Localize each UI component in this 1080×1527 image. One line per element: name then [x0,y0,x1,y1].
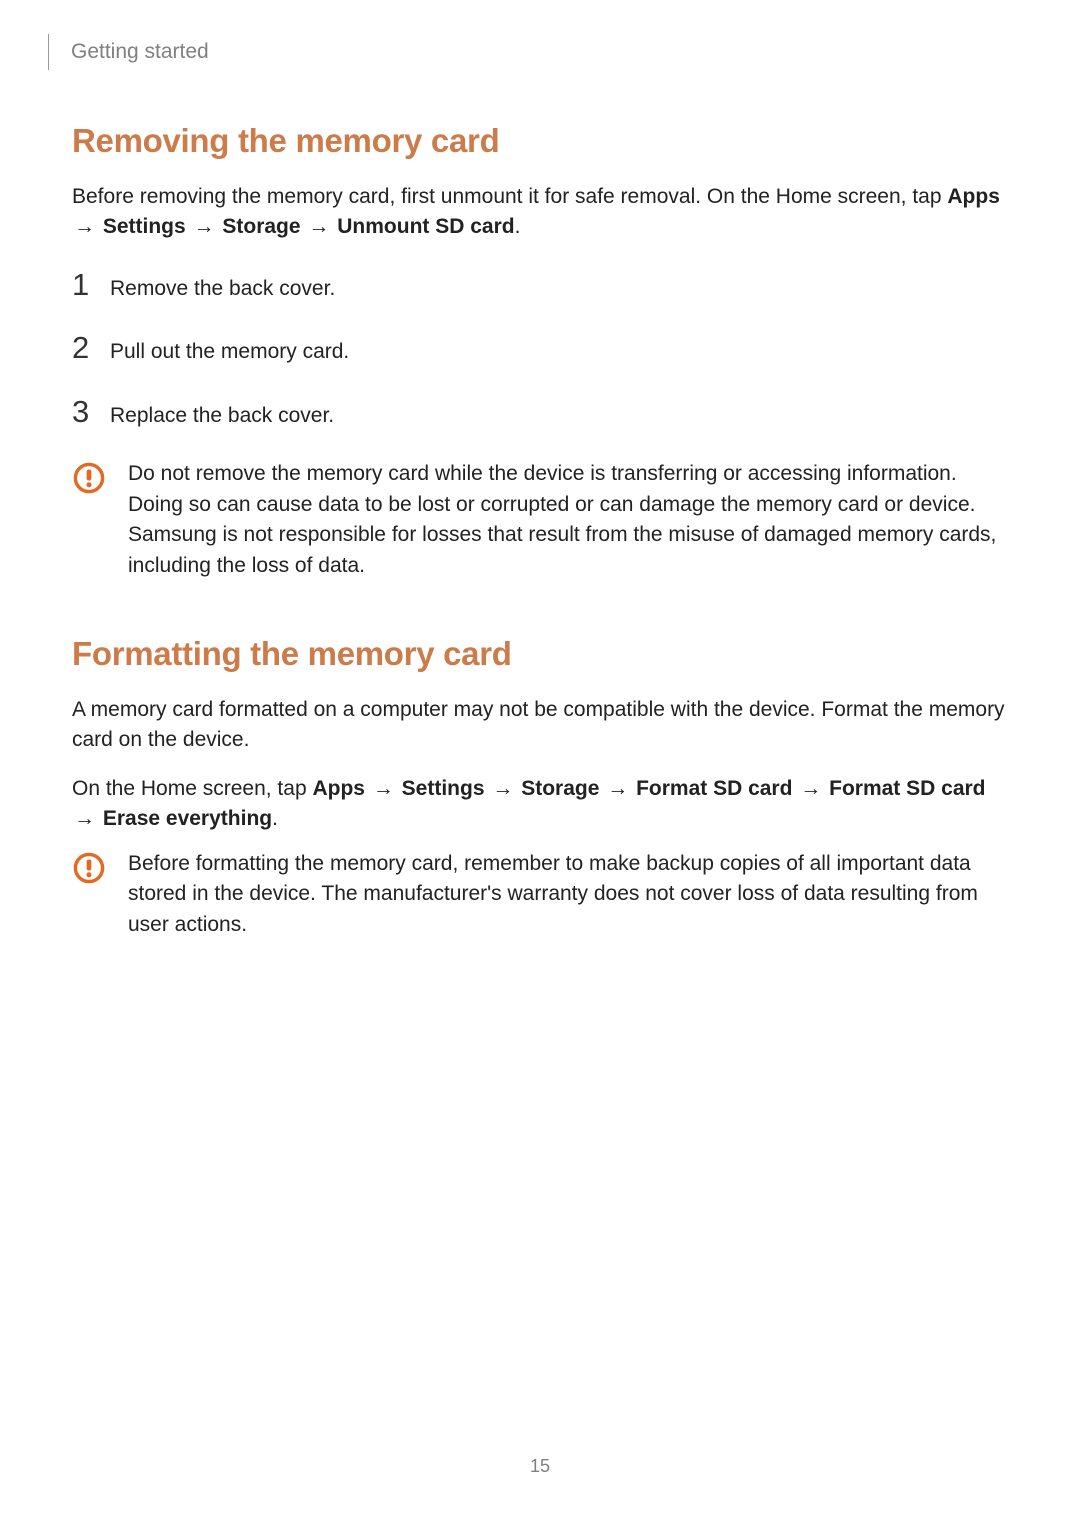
step-item: 1 Remove the back cover. [72,269,1008,304]
section-heading-formatting: Formatting the memory card [72,635,1008,673]
section-heading-removing: Removing the memory card [72,122,1008,160]
step-number: 3 [72,396,110,427]
intro-paragraph: Before removing the memory card, first u… [72,182,1008,243]
intro-lead-text: Before removing the memory card, first u… [72,185,947,208]
step-text: Replace the back cover. [110,401,334,431]
caution-icon [72,461,106,495]
caution-block: Do not remove the memory card while the … [72,459,1008,581]
chapter-header: Getting started [48,34,1008,70]
format-lead-text: On the Home screen, tap [72,777,312,800]
section-formatting: Formatting the memory card A memory card… [72,635,1008,940]
step-item: 3 Replace the back cover. [72,396,1008,431]
chapter-title: Getting started [71,40,209,64]
format-instruction: On the Home screen, tap Apps → Settings … [72,774,1008,835]
step-text: Remove the back cover. [110,274,335,304]
page-content: Getting started Removing the memory card… [0,0,1080,940]
caution-icon [72,851,106,885]
format-intro: A memory card formatted on a computer ma… [72,695,1008,756]
step-number: 2 [72,332,110,363]
page-number: 15 [0,1456,1080,1477]
step-text: Pull out the memory card. [110,337,349,367]
caution-block: Before formatting the memory card, remem… [72,849,1008,940]
step-number: 1 [72,269,110,300]
caution-text: Do not remove the memory card while the … [128,459,1008,581]
step-item: 2 Pull out the memory card. [72,332,1008,367]
steps-list: 1 Remove the back cover. 2 Pull out the … [72,269,1008,431]
caution-text: Before formatting the memory card, remem… [128,849,1008,940]
